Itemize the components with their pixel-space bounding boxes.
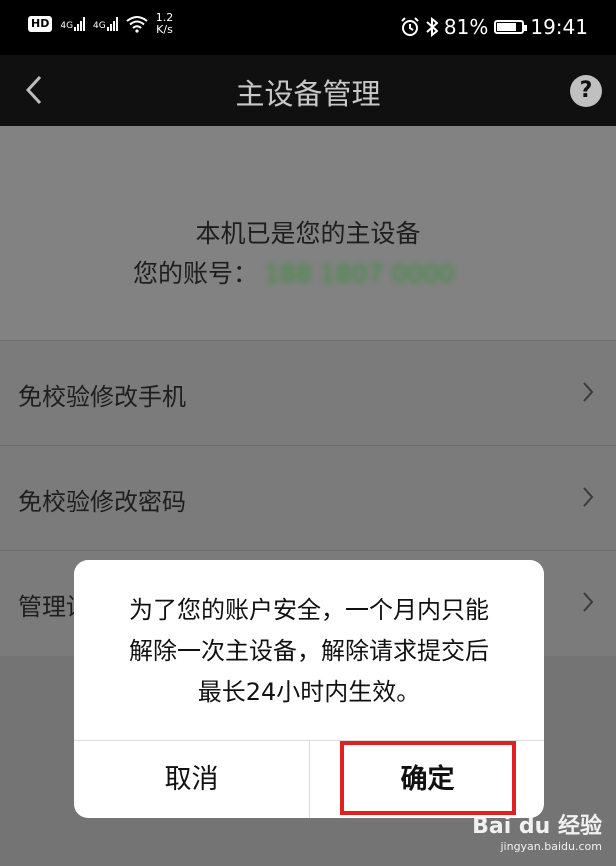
account-label: 您的账号： (133, 259, 259, 288)
status-bar: HD 4G 4G 1.2 K/s 81% 19:41 (0, 0, 616, 55)
dialog-line-3: 最长24小时内生效。 (197, 678, 421, 706)
clock: 19:41 (530, 15, 588, 39)
battery-icon (494, 20, 528, 34)
dialog-message: 为了您的账户安全，一个月内只能 解除一次主设备，解除请求提交后 最长24小时内生… (74, 590, 544, 713)
baidu-watermark: Bai du 经验 jingyan.baidu.com (472, 808, 602, 853)
chevron-right-icon (583, 487, 594, 507)
account-value: 188 1807 0000 (264, 259, 455, 288)
watermark-logo: Bai du 经验 (472, 814, 602, 839)
signal-icon-2: 4G (93, 17, 118, 31)
account-block: 本机已是您的主设备 您的账号： 188 1807 0000 (0, 126, 616, 340)
chevron-right-icon (583, 382, 594, 402)
wifi-icon (126, 16, 148, 33)
speed-unit: K/s (156, 23, 173, 36)
nav-bar: 主设备管理 ? (0, 55, 616, 126)
main-device-text: 本机已是您的主设备 (195, 219, 421, 248)
watermark-url: jingyan.baidu.com (500, 840, 602, 853)
status-right: 81% 19:41 (400, 15, 588, 39)
list-item-label: 免校验修改密码 (18, 488, 186, 516)
signal-icon: 4G (60, 17, 86, 31)
network-label: 4G (60, 21, 74, 31)
alarm-icon (401, 17, 419, 36)
status-left: HD 4G 4G 1.2 K/s (28, 12, 173, 36)
hd-badge: HD (28, 16, 53, 32)
network-label-2: 4G (93, 21, 106, 31)
battery-percent: 81% (443, 15, 489, 39)
page-title: 主设备管理 (235, 77, 381, 111)
help-icon[interactable]: ? (570, 75, 602, 107)
list-item-label: 免校验修改手机 (18, 383, 186, 411)
network-speed: 1.2 K/s (156, 12, 174, 36)
list-item-change-phone[interactable]: 免校验修改手机 (0, 340, 616, 445)
account-row: 您的账号： 188 1807 0000 (133, 254, 455, 290)
battery-level (497, 23, 517, 31)
dialog-line-1: 为了您的账户安全，一个月内只能 (129, 596, 489, 624)
chevron-right-icon (583, 592, 594, 612)
cancel-button[interactable]: 取消 (74, 741, 309, 818)
dialog-line-2: 解除一次主设备，解除请求提交后 (129, 637, 489, 665)
list-item-change-password[interactable]: 免校验修改密码 (0, 445, 616, 550)
bluetooth-icon (426, 17, 438, 37)
highlight-box (340, 741, 516, 815)
